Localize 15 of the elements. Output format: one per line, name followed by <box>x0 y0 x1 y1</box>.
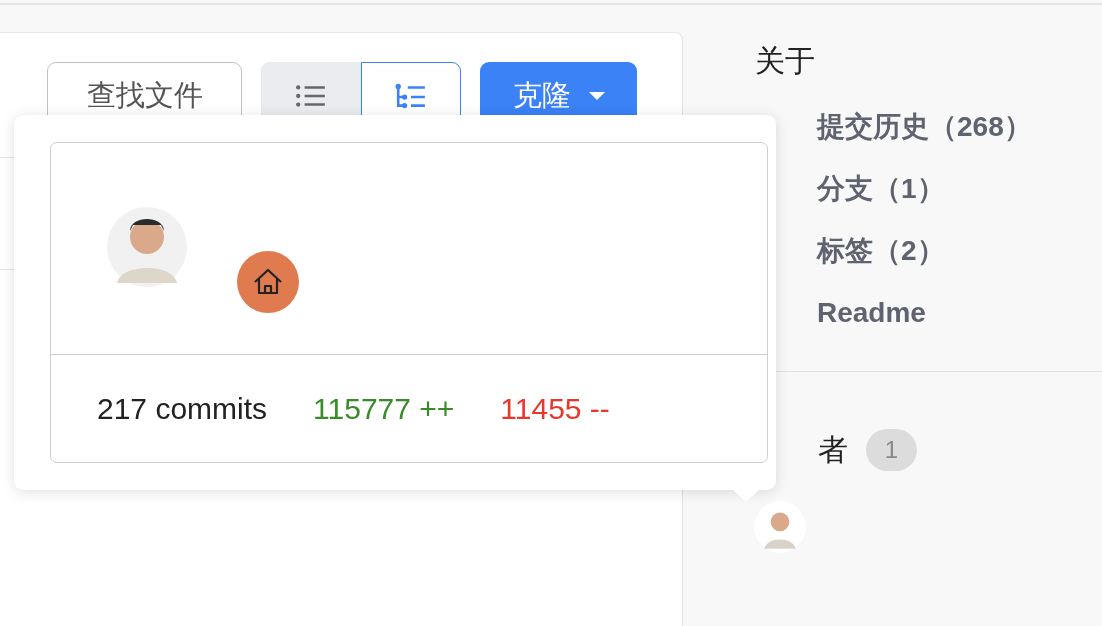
contributors-heading: 者 <box>818 431 848 468</box>
deletions-count: 11455 -- <box>500 391 610 426</box>
list-icon <box>295 83 327 109</box>
home-icon <box>237 251 299 313</box>
contributor-avatar <box>754 501 806 553</box>
sidebar-link[interactable]: 分支（1） <box>817 168 1102 209</box>
sidebar-link[interactable]: 提交历史（268） <box>817 106 1102 147</box>
tree-list-icon <box>395 83 427 109</box>
commit-count: 217 commits <box>97 391 268 426</box>
sidebar-link[interactable]: 标签（2） <box>817 230 1102 271</box>
about-heading: 关于 <box>755 43 816 79</box>
caret-icon <box>588 92 605 100</box>
count-badge: 1 <box>866 429 917 471</box>
sidebar-link[interactable]: Readme <box>817 292 1102 333</box>
additions-count: 115777 ++ <box>313 391 455 426</box>
